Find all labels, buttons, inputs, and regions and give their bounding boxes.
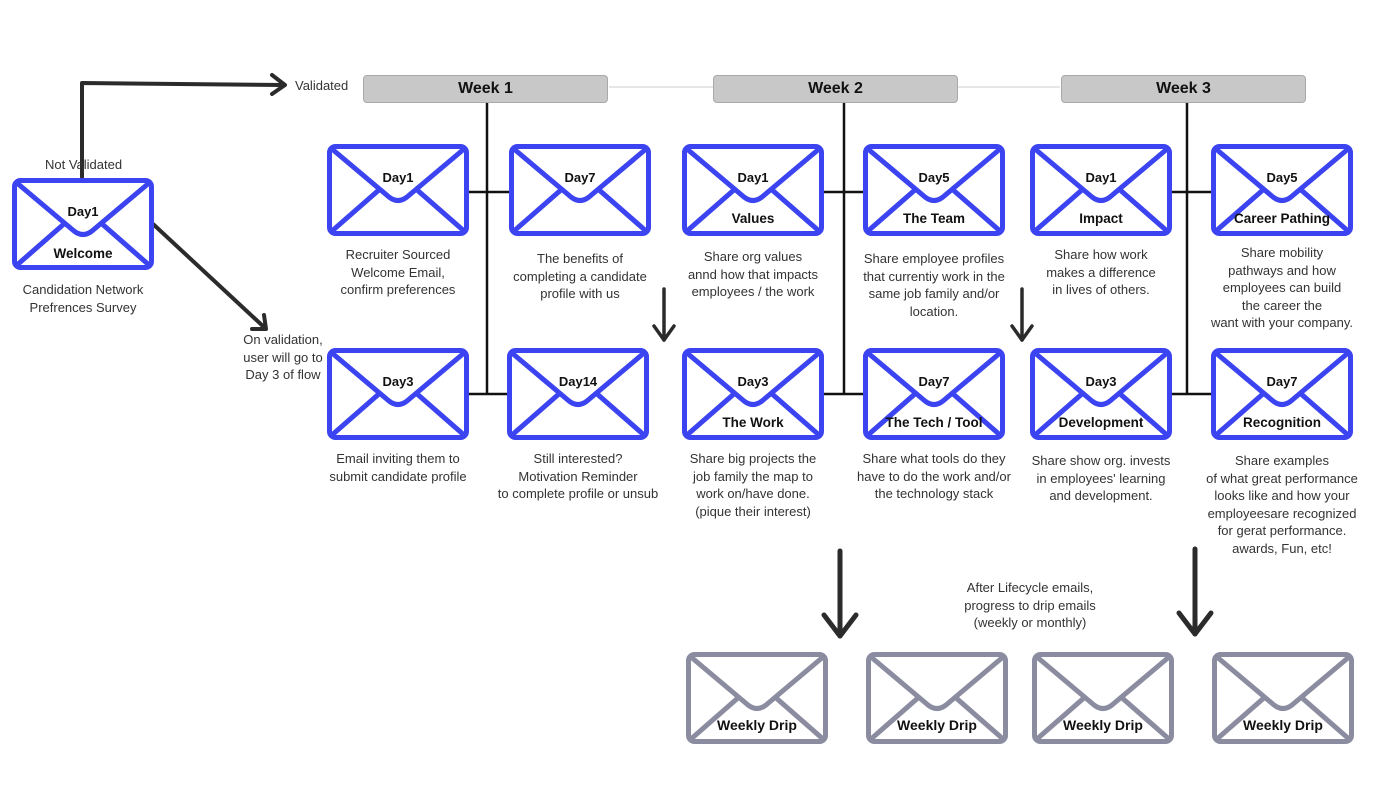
envelope-icon [509,144,651,236]
email-day: Day1 [737,170,769,185]
drip-note-label: After Lifecycle emails, progress to drip… [964,580,1096,630]
email-day: Day3 [737,374,769,389]
week-2-email-card[interactable]: Day1 Values [682,144,824,236]
email-description: Share big projects the job family the ma… [689,451,817,519]
drip-title: Weekly Drip [897,717,977,733]
email-title: Welcome [53,246,113,261]
email-day: Day14 [558,374,598,389]
email-day: Day1 [382,170,414,185]
email-description: Share examples of what great performance… [1206,453,1358,556]
to-drip-arrow-right [1176,546,1214,637]
week-2-email-card[interactable]: Day3 The Work [682,348,824,440]
email-day: Day7 [1266,374,1298,389]
week-3-email-card[interactable]: Day3 Development [1030,348,1172,440]
email-description: Recruiter Sourced Welcome Email, confirm… [340,247,456,297]
email-description: Share org values annd how that impacts e… [687,249,819,299]
email-title: Career Pathing [1233,211,1331,226]
email-description: The benefits of completing a candidate p… [513,251,647,301]
email-description: Still interested? Motivation Reminder to… [497,451,659,501]
email-day: Day3 [382,374,414,389]
week-1-email-card[interactable]: Day7 [509,144,651,236]
email-day: Day7 [918,374,950,389]
weekly-drip-card[interactable]: Weekly Drip [866,652,1008,744]
drip-title: Weekly Drip [1243,717,1323,733]
email-day: Day1 [67,204,99,219]
on-validation-label: On validation, user will go to Day 3 of … [243,332,323,382]
drip-title: Weekly Drip [1063,717,1143,733]
email-description: Share mobility pathways and how employee… [1210,245,1354,330]
email-day: Day3 [1085,374,1117,389]
email-description: Share show org. invests in employees' le… [1031,453,1171,503]
week-1-header: Week 1 [363,75,608,103]
email-day: Day1 [1085,170,1117,185]
email-description: Share how work makes a difference in liv… [1046,247,1156,297]
weekly-drip-card[interactable]: Weekly Drip [1212,652,1354,744]
email-title: Impact [1079,211,1123,226]
envelope-icon [327,348,469,440]
welcome-email-card[interactable]: Day1 Welcome [12,178,154,270]
week-2-header: Week 2 [713,75,958,103]
email-day: Day7 [564,170,596,185]
email-title: Recognition [1243,415,1321,430]
email-title: Development [1058,415,1144,430]
email-description: Email inviting them to submit candidate … [329,451,467,484]
weekly-drip-card[interactable]: Weekly Drip [686,652,828,744]
not-validated-label: Not Validated [45,157,123,172]
weekly-drip-card[interactable]: Weekly Drip [1032,652,1174,744]
week-3-email-card[interactable]: Day7 Recognition [1211,348,1353,440]
validated-label: Validated [295,78,349,93]
week-3-email-card[interactable]: Day1 Impact [1030,144,1172,236]
envelope-icon [327,144,469,236]
week-1-email-card[interactable]: Day3 [327,348,469,440]
drip-title: Weekly Drip [717,717,797,733]
email-title: The Work [722,415,784,430]
email-title: The Tech / Tool [885,415,983,430]
email-day: Day5 [1266,170,1298,185]
envelope-icon [507,348,649,440]
week-1-email-card[interactable]: Day1 [327,144,469,236]
week-2-email-card[interactable]: Day7 The Tech / Tool [863,348,1005,440]
week-1-email-card[interactable]: Day14 [507,348,649,440]
email-day: Day5 [918,170,950,185]
to-drip-arrow-left [821,548,859,639]
welcome-description: Candidation Network Prefrences Survey [22,282,144,315]
email-title: Values [731,211,775,226]
email-title: The Team [902,211,965,226]
week-3-header: Week 3 [1061,75,1306,103]
week-2-email-card[interactable]: Day5 The Team [863,144,1005,236]
week-3-email-card[interactable]: Day5 Career Pathing [1211,144,1353,236]
